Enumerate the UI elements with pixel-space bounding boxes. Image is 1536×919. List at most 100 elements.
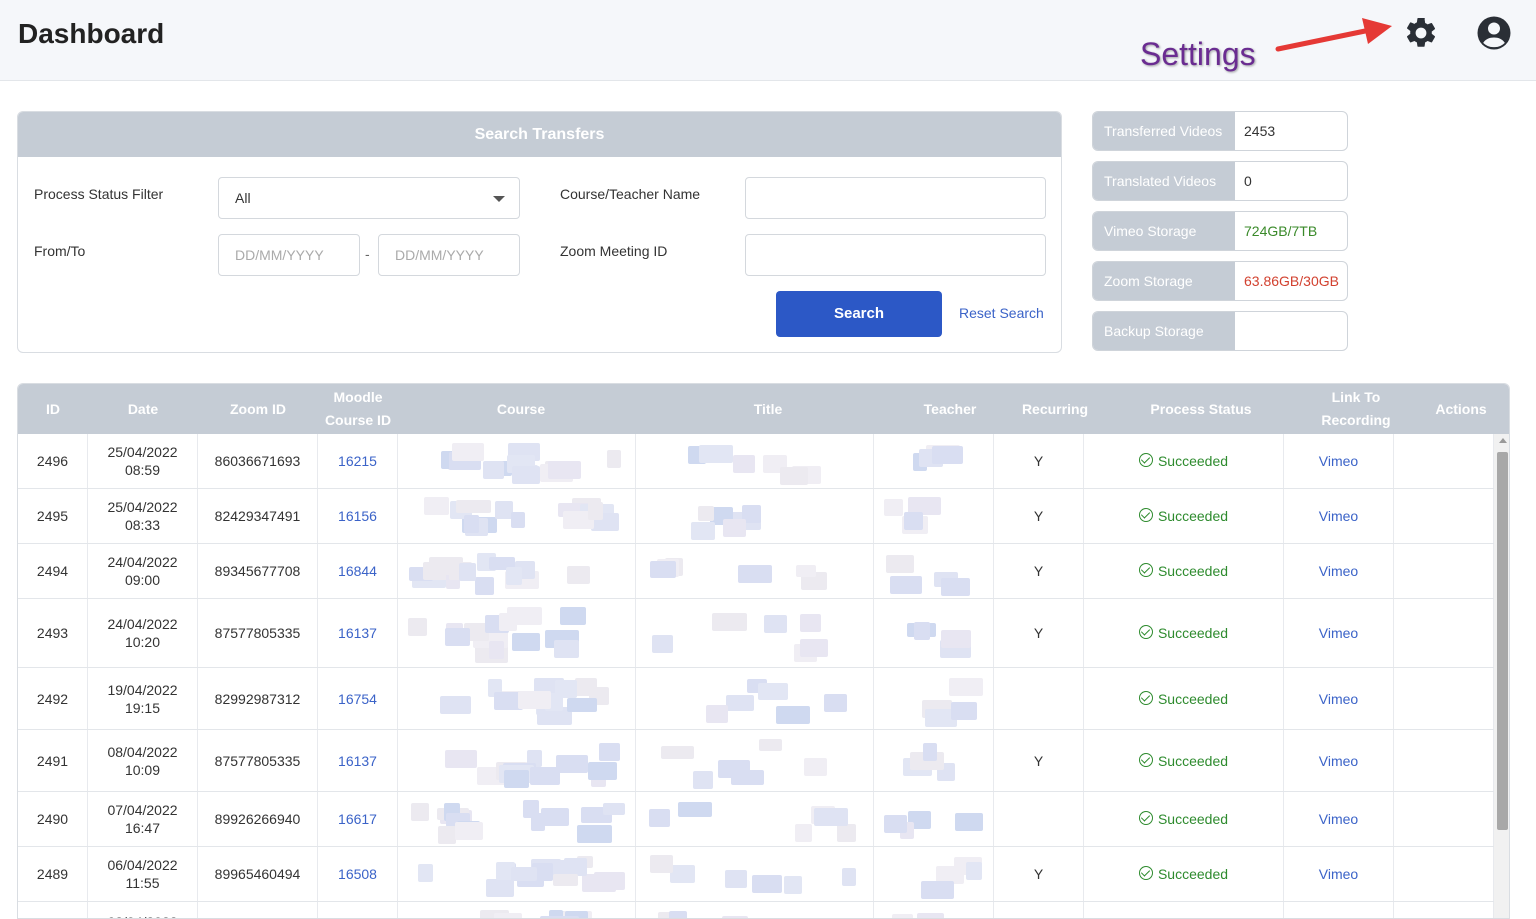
column-header[interactable]: Process Status — [1141, 384, 1261, 434]
cell-link[interactable]: Vimeo — [1284, 434, 1394, 488]
cell-moodle-id[interactable]: 16508 — [318, 847, 398, 901]
zoom-meeting-input[interactable] — [745, 234, 1046, 276]
redacted-block — [530, 767, 560, 785]
cell-moodle-id[interactable]: 16137 — [318, 599, 398, 667]
cell-actions[interactable] — [1394, 730, 1494, 791]
table-row[interactable]: 2493 24/04/2022 10:20 87577805335 16137 Y Suc… — [18, 599, 1494, 668]
cell-link[interactable] — [1284, 902, 1394, 918]
table-row[interactable]: 2494 24/04/2022 09:00 89345677708 16844 Y Suc… — [18, 544, 1494, 599]
table-row[interactable]: 2495 25/04/2022 08:33 82429347491 16156 Y Suc… — [18, 489, 1494, 544]
cell-status: Succeeded — [1084, 668, 1284, 729]
cell-moodle-id[interactable]: 16156 — [318, 489, 398, 543]
date-separator: - — [365, 246, 370, 262]
redacted-block — [553, 874, 578, 886]
cell-moodle-id[interactable]: 16754 — [318, 668, 398, 729]
cell-moodle-id[interactable]: 16844 — [318, 544, 398, 598]
redacted-block — [941, 630, 971, 648]
cell-actions[interactable] — [1394, 902, 1494, 918]
cell-link[interactable]: Vimeo — [1284, 489, 1394, 543]
redacted-block — [577, 825, 612, 843]
stat-box: Translated Videos 0 — [1092, 161, 1348, 201]
column-header[interactable]: Zoom ID — [198, 384, 318, 434]
column-header[interactable]: Teacher — [890, 384, 1010, 434]
column-header[interactable]: Date — [83, 384, 203, 434]
redacted-block — [456, 500, 491, 513]
cell-teacher — [874, 847, 994, 901]
column-header[interactable]: Course — [461, 384, 581, 434]
cell-id: 2494 — [18, 544, 88, 598]
search-button[interactable]: Search — [776, 291, 942, 337]
cell-title — [636, 902, 874, 918]
status-filter-label: Process Status Filter — [34, 186, 164, 202]
cell-id — [18, 902, 88, 918]
cell-link[interactable]: Vimeo — [1284, 668, 1394, 729]
table-row[interactable]: 2496 25/04/2022 08:59 86036671693 16215 Y Suc… — [18, 434, 1494, 489]
course-teacher-input[interactable] — [745, 177, 1046, 219]
redacted-block — [800, 614, 821, 632]
cell-actions[interactable] — [1394, 668, 1494, 729]
cell-link[interactable]: Vimeo — [1284, 730, 1394, 791]
column-header[interactable]: Moodle Course ID — [318, 384, 398, 434]
cell-moodle-id[interactable] — [318, 902, 398, 918]
cell-actions[interactable] — [1394, 489, 1494, 543]
redacted-block — [795, 824, 812, 842]
user-circle-icon[interactable] — [1476, 15, 1512, 51]
reset-search-link[interactable]: Reset Search — [959, 305, 1044, 321]
from-date-input[interactable]: DD/MM/YYYY — [218, 234, 360, 276]
redacted-block — [884, 815, 907, 833]
redacted-block — [652, 635, 673, 653]
table-row[interactable]: 2491 08/04/2022 10:09 87577805335 16137 Y Suc… — [18, 730, 1494, 792]
redacted-block — [607, 450, 621, 468]
cell-date: 24/04/2022 09:00 — [88, 544, 198, 598]
redacted-block — [923, 743, 937, 761]
cell-actions[interactable] — [1394, 847, 1494, 901]
cell-actions[interactable] — [1394, 599, 1494, 667]
cell-recurring: Y — [994, 599, 1084, 667]
scroll-up-icon[interactable] — [1499, 438, 1507, 443]
redacted-block — [824, 694, 847, 712]
redacted-block — [661, 746, 694, 759]
gear-icon[interactable] — [1403, 15, 1439, 51]
cell-status: Succeeded — [1084, 792, 1284, 846]
status-filter-select[interactable]: All — [218, 177, 520, 219]
redacted-block — [650, 855, 673, 873]
redacted-block — [932, 446, 963, 464]
redacted-block — [886, 555, 914, 573]
redacted-block — [764, 615, 787, 633]
column-header[interactable]: Actions — [1401, 384, 1509, 434]
table-row[interactable]: 03/04/2022 — [18, 902, 1494, 918]
cell-title — [636, 489, 874, 543]
table-row[interactable]: 2490 07/04/2022 16:47 89926266940 16617 Succ… — [18, 792, 1494, 847]
cell-link[interactable]: Vimeo — [1284, 544, 1394, 598]
column-header[interactable]: Title — [708, 384, 828, 434]
to-date-input[interactable]: DD/MM/YYYY — [378, 234, 520, 276]
redacted-block — [784, 876, 802, 894]
cell-zoom-id: 89345677708 — [198, 544, 318, 598]
redacted-block — [408, 618, 427, 636]
redacted-block — [523, 800, 539, 818]
redacted-block — [738, 565, 772, 583]
cell-actions[interactable] — [1394, 792, 1494, 846]
cell-link[interactable]: Vimeo — [1284, 792, 1394, 846]
column-header[interactable]: Link To Recording — [1311, 384, 1401, 434]
table-row[interactable]: 2492 19/04/2022 19:15 82992987312 16754 Succ… — [18, 668, 1494, 730]
redacted-block — [440, 696, 471, 714]
cell-link[interactable]: Vimeo — [1284, 599, 1394, 667]
redacted-block — [892, 914, 913, 918]
cell-title — [636, 730, 874, 791]
table-row[interactable]: 2489 06/04/2022 11:55 89965460494 16508 Y Suc… — [18, 847, 1494, 902]
cell-actions[interactable] — [1394, 434, 1494, 488]
cell-moodle-id[interactable]: 16215 — [318, 434, 398, 488]
redacted-block — [424, 497, 449, 515]
cell-link[interactable]: Vimeo — [1284, 847, 1394, 901]
redacted-block — [914, 622, 930, 640]
redacted-block — [504, 770, 529, 788]
vertical-scrollbar[interactable] — [1494, 434, 1509, 918]
cell-actions[interactable] — [1394, 544, 1494, 598]
cell-date: 25/04/2022 08:59 — [88, 434, 198, 488]
cell-moodle-id[interactable]: 16617 — [318, 792, 398, 846]
cell-moodle-id[interactable]: 16137 — [318, 730, 398, 791]
scrollbar-thumb[interactable] — [1497, 452, 1508, 830]
redacted-block — [699, 445, 733, 463]
column-header[interactable]: Recurring — [995, 384, 1115, 434]
